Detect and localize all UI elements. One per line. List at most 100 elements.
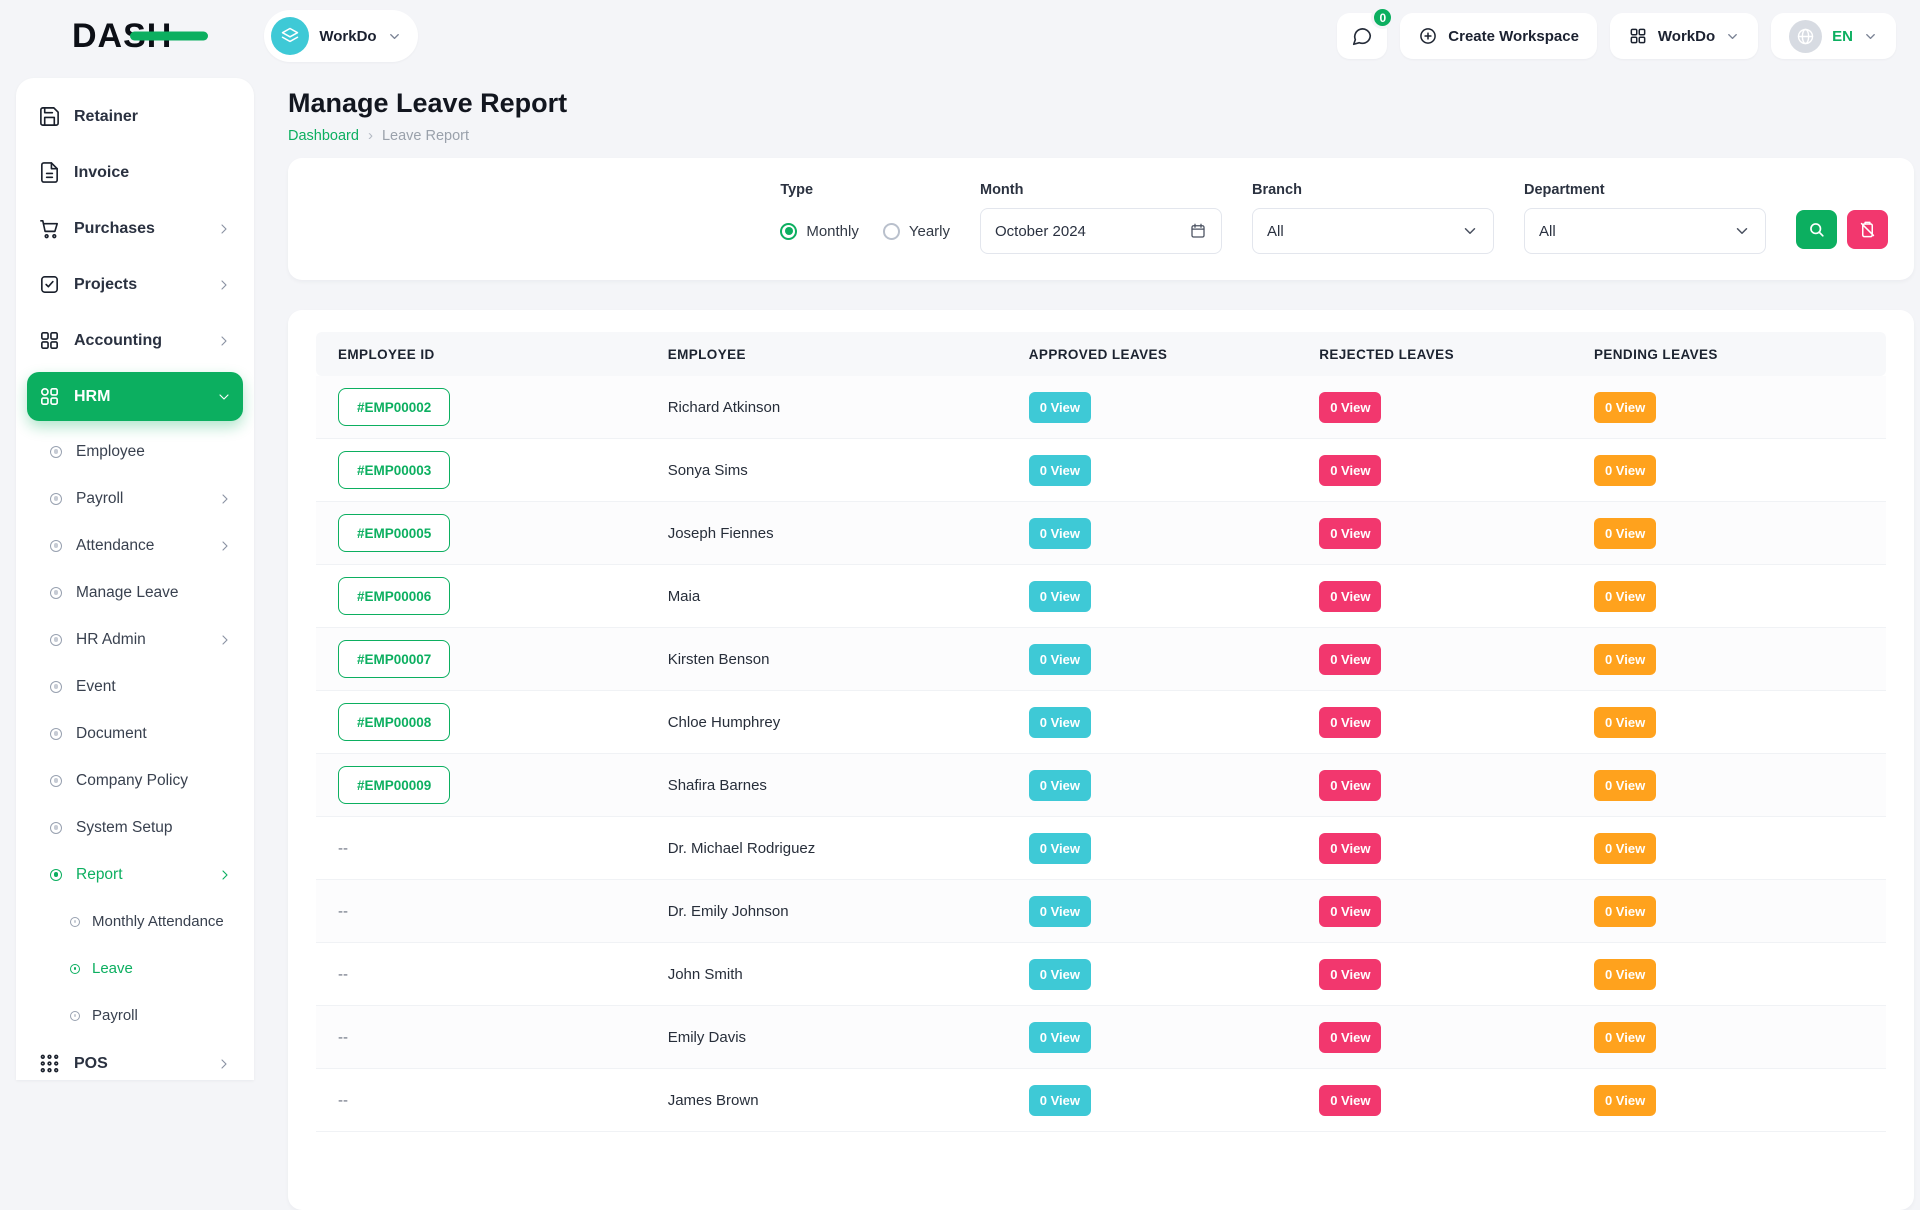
sidebar-item-purchases[interactable]: Purchases — [27, 204, 243, 253]
sidebar-item-label: HRM — [74, 388, 110, 406]
messages-button[interactable]: 0 — [1337, 13, 1387, 59]
pending-leaves-button[interactable]: 0 View — [1594, 959, 1656, 990]
radio-yearly-label: Yearly — [909, 223, 950, 240]
sidebar-item-payroll[interactable]: Payroll — [27, 992, 243, 1039]
chevron-right-icon — [217, 538, 233, 554]
workspace-selector[interactable]: WorkDo — [264, 10, 417, 62]
pending-leaves-button[interactable]: 0 View — [1594, 1022, 1656, 1053]
employee-id-button[interactable]: #EMP00009 — [338, 766, 450, 804]
sidebar-item-hr-admin[interactable]: HR Admin — [27, 616, 243, 663]
employee-name: Maia — [646, 588, 1007, 605]
sidebar-item-employee[interactable]: Employee — [27, 428, 243, 475]
pending-leaves-button[interactable]: 0 View — [1594, 518, 1656, 549]
sidebar-item-invoice[interactable]: Invoice — [27, 148, 243, 197]
employee-id-button[interactable]: #EMP00006 — [338, 577, 450, 615]
brand-logo[interactable]: DASH — [72, 17, 172, 56]
reset-filter-button[interactable] — [1847, 210, 1888, 249]
approved-leaves-button[interactable]: 0 View — [1029, 581, 1091, 612]
employee-id-button[interactable]: #EMP00003 — [338, 451, 450, 489]
pending-leaves-button[interactable]: 0 View — [1594, 455, 1656, 486]
employee-id-button[interactable]: #EMP00002 — [338, 388, 450, 426]
approved-leaves-button[interactable]: 0 View — [1029, 896, 1091, 927]
chevron-right-icon — [216, 277, 232, 293]
sidebar-item-event[interactable]: Event — [27, 663, 243, 710]
sidebar-item-label: Leave — [92, 960, 133, 977]
breadcrumb-dashboard-link[interactable]: Dashboard — [288, 128, 359, 144]
approved-leaves-button[interactable]: 0 View — [1029, 644, 1091, 675]
rejected-leaves-button[interactable]: 0 View — [1319, 518, 1381, 549]
sidebar-item-system-setup[interactable]: System Setup — [27, 804, 243, 851]
pending-leaves-button[interactable]: 0 View — [1594, 833, 1656, 864]
pending-leaves-button[interactable]: 0 View — [1594, 644, 1656, 675]
language-selector[interactable]: EN — [1771, 13, 1896, 59]
rejected-leaves-button[interactable]: 0 View — [1319, 644, 1381, 675]
sidebar-item-attendance[interactable]: Attendance — [27, 522, 243, 569]
rejected-leaves-button[interactable]: 0 View — [1319, 455, 1381, 486]
pending-leaves-button[interactable]: 0 View — [1594, 392, 1656, 423]
sidebar-item-hrm[interactable]: HRM — [27, 372, 243, 421]
sidebar-item-leave[interactable]: Leave — [27, 945, 243, 992]
sidebar-item-manage-leave[interactable]: Manage Leave — [27, 569, 243, 616]
approved-leaves-button[interactable]: 0 View — [1029, 1085, 1091, 1116]
employee-id-button[interactable]: #EMP00007 — [338, 640, 450, 678]
employee-name: John Smith — [646, 966, 1007, 983]
approved-leaves-button[interactable]: 0 View — [1029, 455, 1091, 486]
approved-leaves-button[interactable]: 0 View — [1029, 1022, 1091, 1053]
sidebar-item-label: Projects — [74, 276, 137, 294]
pending-leaves-button[interactable]: 0 View — [1594, 896, 1656, 927]
sidebar-item-accounting[interactable]: Accounting — [27, 316, 243, 365]
sidebar-item-retainer[interactable]: Retainer — [27, 92, 243, 141]
sidebar-item-payroll[interactable]: Payroll — [27, 475, 243, 522]
rejected-leaves-button[interactable]: 0 View — [1319, 959, 1381, 990]
breadcrumb-current: Leave Report — [382, 128, 469, 144]
workspace-menu-button[interactable]: WorkDo — [1610, 13, 1758, 59]
bullet-icon — [50, 634, 62, 646]
sidebar-item-company-policy[interactable]: Company Policy — [27, 757, 243, 804]
create-workspace-button[interactable]: Create Workspace — [1400, 13, 1597, 59]
employee-name: Dr. Emily Johnson — [646, 903, 1007, 920]
rejected-leaves-button[interactable]: 0 View — [1319, 770, 1381, 801]
approved-leaves-button[interactable]: 0 View — [1029, 707, 1091, 738]
sidebar-item-report[interactable]: Report — [27, 851, 243, 898]
breadcrumb-separator-icon: › — [368, 127, 373, 144]
month-input[interactable]: October 2024 — [980, 208, 1222, 254]
employee-id-button[interactable]: #EMP00008 — [338, 703, 450, 741]
sidebar-item-monthly-attendance[interactable]: Monthly Attendance — [27, 898, 243, 945]
approved-leaves-button[interactable]: 0 View — [1029, 770, 1091, 801]
pending-leaves-button[interactable]: 0 View — [1594, 581, 1656, 612]
radio-yearly[interactable]: Yearly — [883, 223, 950, 240]
rejected-leaves-button[interactable]: 0 View — [1319, 707, 1381, 738]
rejected-leaves-button[interactable]: 0 View — [1319, 896, 1381, 927]
pending-leaves-button[interactable]: 0 View — [1594, 1085, 1656, 1116]
approved-leaves-button[interactable]: 0 View — [1029, 959, 1091, 990]
employee-id-empty: -- — [338, 1092, 348, 1109]
radio-dot — [883, 223, 900, 240]
employee-name: Kirsten Benson — [646, 651, 1007, 668]
sidebar-item-pos[interactable]: POS — [27, 1039, 243, 1080]
approved-leaves-button[interactable]: 0 View — [1029, 518, 1091, 549]
sidebar-item-document[interactable]: Document — [27, 710, 243, 757]
rejected-leaves-button[interactable]: 0 View — [1319, 392, 1381, 423]
pending-leaves-button[interactable]: 0 View — [1594, 770, 1656, 801]
type-radio-group: Monthly Yearly — [780, 208, 950, 254]
branch-label: Branch — [1252, 182, 1494, 198]
sidebar-item-projects[interactable]: Projects — [27, 260, 243, 309]
topbar: DASH WorkDo 0 Create Workspace WorkDo — [0, 0, 1920, 72]
branch-select[interactable]: All — [1252, 208, 1494, 254]
rejected-leaves-button[interactable]: 0 View — [1319, 1022, 1381, 1053]
employee-id-button[interactable]: #EMP00005 — [338, 514, 450, 552]
approved-leaves-button[interactable]: 0 View — [1029, 392, 1091, 423]
rejected-leaves-button[interactable]: 0 View — [1319, 1085, 1381, 1116]
chevron-right-icon — [216, 221, 232, 237]
search-button[interactable] — [1796, 210, 1837, 249]
rejected-leaves-button[interactable]: 0 View — [1319, 833, 1381, 864]
rejected-leaves-button[interactable]: 0 View — [1319, 581, 1381, 612]
type-filter: Type Monthly Yearly — [780, 182, 950, 254]
branch-value: All — [1267, 223, 1284, 240]
department-select[interactable]: All — [1524, 208, 1766, 254]
pending-leaves-button[interactable]: 0 View — [1594, 707, 1656, 738]
approved-leaves-button[interactable]: 0 View — [1029, 833, 1091, 864]
sidebar-item-label: Payroll — [92, 1007, 138, 1024]
branch-filter: Branch All — [1252, 182, 1494, 254]
radio-monthly[interactable]: Monthly — [780, 223, 859, 240]
